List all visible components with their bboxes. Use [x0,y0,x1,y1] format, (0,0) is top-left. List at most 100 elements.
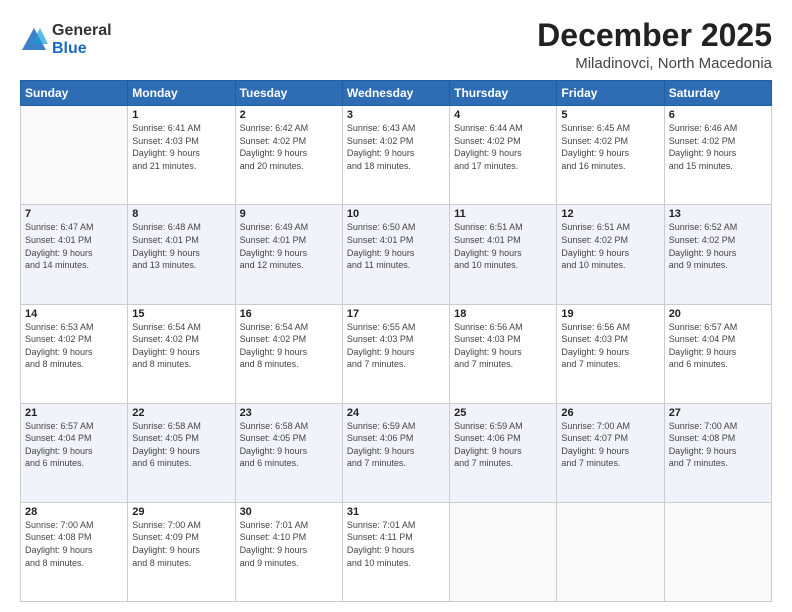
calendar-cell: 17Sunrise: 6:55 AMSunset: 4:03 PMDayligh… [342,304,449,403]
calendar-cell: 19Sunrise: 6:56 AMSunset: 4:03 PMDayligh… [557,304,664,403]
calendar-cell: 25Sunrise: 6:59 AMSunset: 4:06 PMDayligh… [450,403,557,502]
title-location: Miladinovci, North Macedonia [537,55,772,72]
day-number: 13 [669,208,767,220]
day-info: Sunrise: 6:53 AMSunset: 4:02 PMDaylight:… [25,321,123,371]
day-number: 28 [25,506,123,518]
day-number: 27 [669,407,767,419]
day-info: Sunrise: 6:50 AMSunset: 4:01 PMDaylight:… [347,221,445,271]
weekday-header: Sunday [21,81,128,106]
day-info: Sunrise: 6:45 AMSunset: 4:02 PMDaylight:… [561,122,659,172]
logo-text: General Blue [52,22,112,57]
day-info: Sunrise: 6:46 AMSunset: 4:02 PMDaylight:… [669,122,767,172]
day-info: Sunrise: 7:00 AMSunset: 4:09 PMDaylight:… [132,519,230,569]
weekday-header: Tuesday [235,81,342,106]
day-number: 1 [132,109,230,121]
calendar-cell: 29Sunrise: 7:00 AMSunset: 4:09 PMDayligh… [128,502,235,601]
day-number: 22 [132,407,230,419]
day-info: Sunrise: 6:58 AMSunset: 4:05 PMDaylight:… [132,420,230,470]
day-number: 10 [347,208,445,220]
day-number: 15 [132,308,230,320]
day-info: Sunrise: 7:00 AMSunset: 4:08 PMDaylight:… [25,519,123,569]
weekday-header: Monday [128,81,235,106]
calendar-week-row: 14Sunrise: 6:53 AMSunset: 4:02 PMDayligh… [21,304,772,403]
day-info: Sunrise: 6:49 AMSunset: 4:01 PMDaylight:… [240,221,338,271]
weekday-header: Thursday [450,81,557,106]
header: General Blue December 2025 Miladinovci, … [20,18,772,72]
day-number: 12 [561,208,659,220]
calendar-week-row: 7Sunrise: 6:47 AMSunset: 4:01 PMDaylight… [21,205,772,304]
day-number: 20 [669,308,767,320]
day-info: Sunrise: 7:00 AMSunset: 4:07 PMDaylight:… [561,420,659,470]
title-month: December 2025 [537,18,772,53]
day-info: Sunrise: 6:44 AMSunset: 4:02 PMDaylight:… [454,122,552,172]
day-info: Sunrise: 6:56 AMSunset: 4:03 PMDaylight:… [454,321,552,371]
day-info: Sunrise: 7:00 AMSunset: 4:08 PMDaylight:… [669,420,767,470]
day-info: Sunrise: 6:42 AMSunset: 4:02 PMDaylight:… [240,122,338,172]
weekday-header: Friday [557,81,664,106]
day-info: Sunrise: 6:47 AMSunset: 4:01 PMDaylight:… [25,221,123,271]
calendar-week-row: 21Sunrise: 6:57 AMSunset: 4:04 PMDayligh… [21,403,772,502]
day-info: Sunrise: 6:59 AMSunset: 4:06 PMDaylight:… [347,420,445,470]
day-info: Sunrise: 6:57 AMSunset: 4:04 PMDaylight:… [25,420,123,470]
calendar-cell: 1Sunrise: 6:41 AMSunset: 4:03 PMDaylight… [128,106,235,205]
calendar-week-row: 28Sunrise: 7:00 AMSunset: 4:08 PMDayligh… [21,502,772,601]
day-info: Sunrise: 6:43 AMSunset: 4:02 PMDaylight:… [347,122,445,172]
page: General Blue December 2025 Miladinovci, … [0,0,792,612]
calendar-cell: 10Sunrise: 6:50 AMSunset: 4:01 PMDayligh… [342,205,449,304]
calendar-cell: 16Sunrise: 6:54 AMSunset: 4:02 PMDayligh… [235,304,342,403]
day-number: 29 [132,506,230,518]
calendar-cell: 31Sunrise: 7:01 AMSunset: 4:11 PMDayligh… [342,502,449,601]
calendar-cell: 5Sunrise: 6:45 AMSunset: 4:02 PMDaylight… [557,106,664,205]
day-info: Sunrise: 6:54 AMSunset: 4:02 PMDaylight:… [132,321,230,371]
logo-general: General [52,22,112,40]
day-info: Sunrise: 6:51 AMSunset: 4:02 PMDaylight:… [561,221,659,271]
calendar-cell: 23Sunrise: 6:58 AMSunset: 4:05 PMDayligh… [235,403,342,502]
day-info: Sunrise: 6:56 AMSunset: 4:03 PMDaylight:… [561,321,659,371]
day-number: 23 [240,407,338,419]
weekday-header: Saturday [664,81,771,106]
day-info: Sunrise: 6:51 AMSunset: 4:01 PMDaylight:… [454,221,552,271]
day-number: 21 [25,407,123,419]
calendar-table: SundayMondayTuesdayWednesdayThursdayFrid… [20,80,772,602]
day-number: 16 [240,308,338,320]
day-info: Sunrise: 6:48 AMSunset: 4:01 PMDaylight:… [132,221,230,271]
calendar-cell: 9Sunrise: 6:49 AMSunset: 4:01 PMDaylight… [235,205,342,304]
day-number: 26 [561,407,659,419]
day-number: 5 [561,109,659,121]
calendar-cell: 4Sunrise: 6:44 AMSunset: 4:02 PMDaylight… [450,106,557,205]
day-number: 17 [347,308,445,320]
calendar-cell: 21Sunrise: 6:57 AMSunset: 4:04 PMDayligh… [21,403,128,502]
day-info: Sunrise: 6:55 AMSunset: 4:03 PMDaylight:… [347,321,445,371]
calendar-cell: 18Sunrise: 6:56 AMSunset: 4:03 PMDayligh… [450,304,557,403]
day-number: 31 [347,506,445,518]
day-number: 9 [240,208,338,220]
weekday-header: Wednesday [342,81,449,106]
calendar-cell: 28Sunrise: 7:00 AMSunset: 4:08 PMDayligh… [21,502,128,601]
day-info: Sunrise: 6:58 AMSunset: 4:05 PMDaylight:… [240,420,338,470]
day-number: 14 [25,308,123,320]
calendar-cell: 7Sunrise: 6:47 AMSunset: 4:01 PMDaylight… [21,205,128,304]
day-number: 8 [132,208,230,220]
calendar-cell: 20Sunrise: 6:57 AMSunset: 4:04 PMDayligh… [664,304,771,403]
calendar-week-row: 1Sunrise: 6:41 AMSunset: 4:03 PMDaylight… [21,106,772,205]
calendar-cell: 11Sunrise: 6:51 AMSunset: 4:01 PMDayligh… [450,205,557,304]
calendar-cell: 15Sunrise: 6:54 AMSunset: 4:02 PMDayligh… [128,304,235,403]
day-number: 18 [454,308,552,320]
calendar-cell: 26Sunrise: 7:00 AMSunset: 4:07 PMDayligh… [557,403,664,502]
day-number: 11 [454,208,552,220]
calendar-cell [450,502,557,601]
calendar-header-row: SundayMondayTuesdayWednesdayThursdayFrid… [21,81,772,106]
day-info: Sunrise: 6:59 AMSunset: 4:06 PMDaylight:… [454,420,552,470]
calendar-cell [21,106,128,205]
logo: General Blue [20,22,112,57]
calendar-cell [664,502,771,601]
day-info: Sunrise: 6:41 AMSunset: 4:03 PMDaylight:… [132,122,230,172]
calendar-cell: 14Sunrise: 6:53 AMSunset: 4:02 PMDayligh… [21,304,128,403]
calendar-cell: 24Sunrise: 6:59 AMSunset: 4:06 PMDayligh… [342,403,449,502]
calendar-cell: 2Sunrise: 6:42 AMSunset: 4:02 PMDaylight… [235,106,342,205]
day-number: 19 [561,308,659,320]
day-number: 3 [347,109,445,121]
logo-blue: Blue [52,40,112,58]
day-info: Sunrise: 6:52 AMSunset: 4:02 PMDaylight:… [669,221,767,271]
day-info: Sunrise: 6:54 AMSunset: 4:02 PMDaylight:… [240,321,338,371]
